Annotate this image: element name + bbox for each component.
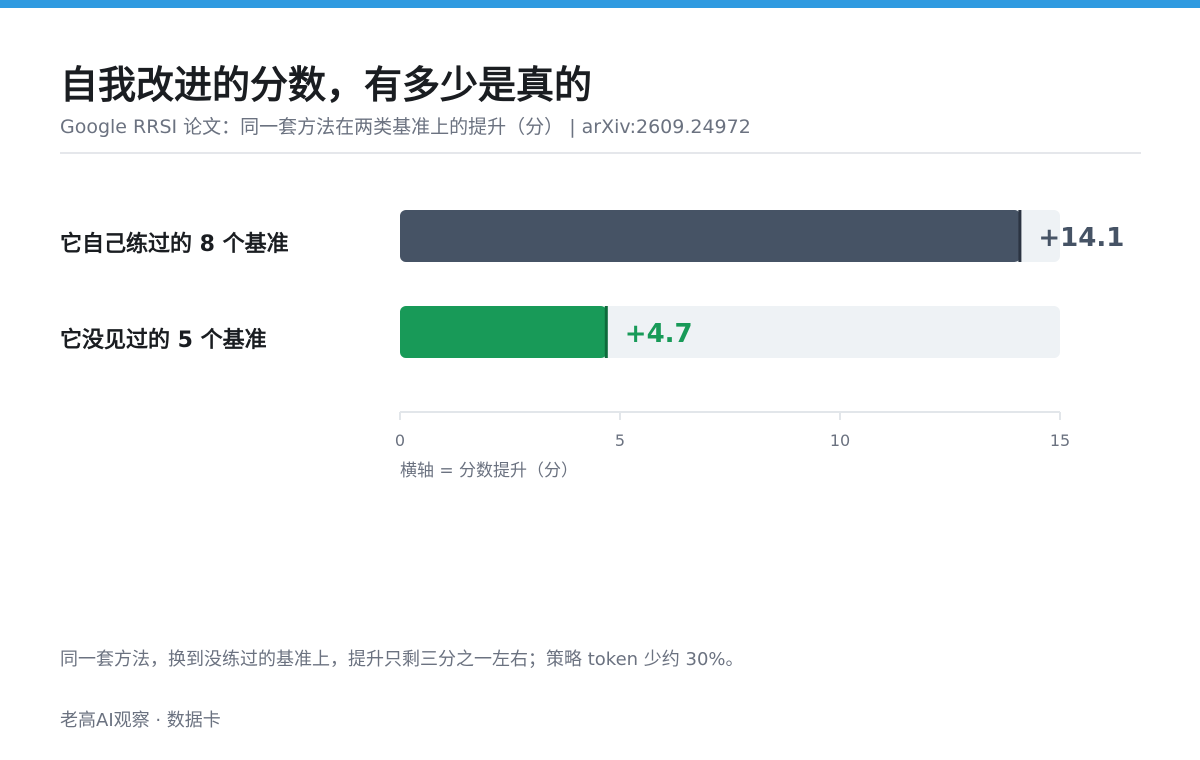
footer-brand: 老高AI观察 · 数据卡 [60,710,221,731]
x-tick-label: 10 [830,431,850,450]
bar-end-marker [604,306,608,358]
data-label: +4.7 [625,319,693,349]
bar [400,210,1021,262]
x-axis-caption: 横轴 = 分数提升（分） [400,461,578,481]
x-tick-label: 0 [395,431,405,450]
bar-end-marker [1018,210,1022,262]
footer-note: 同一套方法，换到没练过的基准上，提升只剩三分之一左右；策略 token 少约 3… [60,649,744,670]
data-label: +14.1 [1038,223,1124,253]
x-tick-label: 5 [615,431,625,450]
bar [400,306,607,358]
x-tick-label: 15 [1050,431,1070,450]
